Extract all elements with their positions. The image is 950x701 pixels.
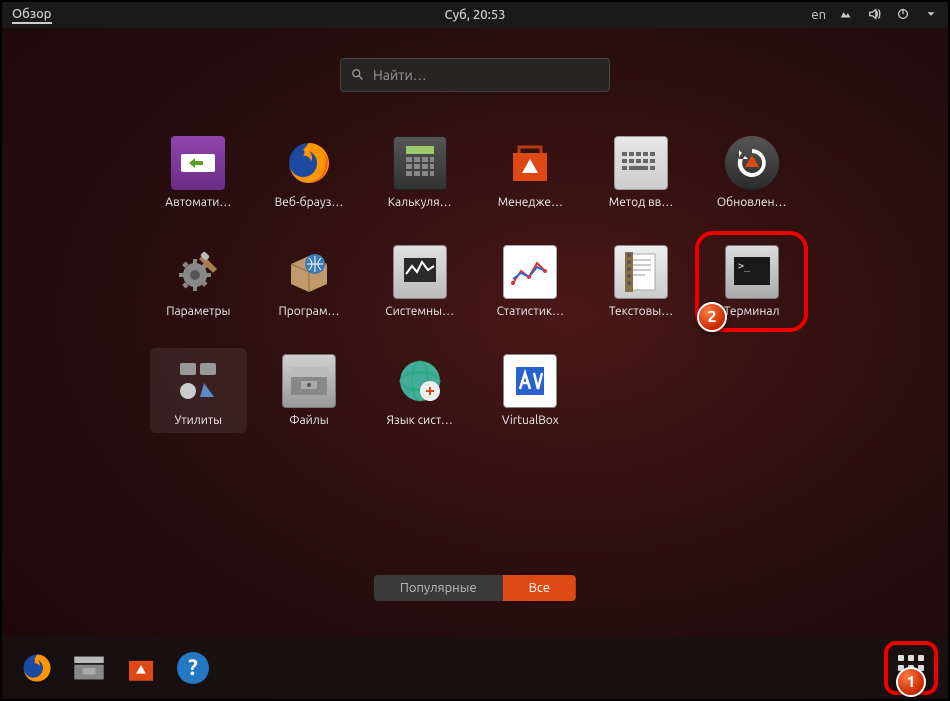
app-grid: Автомати… Веб-брауз… Калькуля… Менедже… … [150,130,800,433]
app-stats[interactable]: Статистик… [482,239,579,324]
app-label: Файлы [289,414,328,427]
app-label: Обновлен… [717,196,787,209]
terminal-icon: >_ [725,245,779,299]
dock-help[interactable]: ? [172,647,214,689]
files-icon [282,354,336,408]
app-label: Метод вв… [609,196,673,209]
annotation-1: 1 [896,667,926,697]
top-bar: Обзор Суб, 20:53 en [2,2,948,28]
app-sysmonitor[interactable]: Системны… [371,239,468,324]
gear-icon [171,245,225,299]
app-label: Програм… [278,305,339,318]
utilities-icon [171,354,225,408]
svg-text:>_: >_ [738,261,751,272]
software-icon [503,136,557,190]
dock: ? [2,637,948,699]
view-tabs: Популярные Все [374,575,576,601]
dock-files[interactable] [68,647,110,689]
app-files[interactable]: Файлы [261,348,358,433]
system-tray: en [811,7,938,24]
app-calculator[interactable]: Калькуля… [371,130,468,215]
app-label: Параметры [166,305,230,318]
tab-popular[interactable]: Популярные [374,575,503,601]
monitor-icon [393,245,447,299]
app-label: Текстовы… [609,305,673,318]
app-label: Утилиты [175,414,223,427]
search-input[interactable]: Найти… [340,58,610,92]
app-label: Автомати… [165,196,231,209]
activities-button[interactable]: Обзор [12,7,52,24]
tab-all[interactable]: Все [503,575,576,601]
clock[interactable]: Суб, 20:53 [444,8,505,22]
firefox-icon [282,136,336,190]
globe-icon [393,354,447,408]
dropdown-icon[interactable] [924,7,938,24]
app-virtualbox[interactable]: VirtualBox [482,348,579,433]
app-software[interactable]: Менедже… [482,130,579,215]
app-language[interactable]: Язык сист… [371,348,468,433]
app-label: Калькуля… [388,196,452,209]
app-utilities[interactable]: Утилиты [150,348,247,433]
power-icon[interactable] [896,7,910,24]
dock-firefox[interactable] [16,647,58,689]
app-label: Терминал [724,305,780,318]
box-icon [282,245,336,299]
search-icon [351,68,365,82]
app-label: Язык сист… [387,414,453,427]
app-programs[interactable]: Програм… [261,239,358,324]
app-autostart[interactable]: Автомати… [150,130,247,215]
textedit-icon [614,245,668,299]
app-input-method[interactable]: Метод вв… [593,130,690,215]
updater-icon [725,136,779,190]
volume-icon[interactable] [868,7,882,24]
app-label: Менедже… [498,196,563,209]
app-label: Веб-брауз… [275,196,344,209]
keyboard-icon [614,136,668,190]
network-icon[interactable] [840,7,854,24]
app-updater[interactable]: Обновлен… [703,130,800,215]
keyboard-lang[interactable]: en [811,8,826,22]
app-label: VirtualBox [502,414,559,427]
svg-text:?: ? [188,655,198,680]
annotation-2: 2 [697,302,727,332]
autostart-icon [171,136,225,190]
calculator-icon [393,136,447,190]
app-textedit[interactable]: Текстовы… [593,239,690,324]
dock-software[interactable] [120,647,162,689]
app-label: Системны… [385,305,454,318]
chart-icon [503,245,557,299]
search-placeholder: Найти… [373,67,427,83]
app-firefox[interactable]: Веб-брауз… [261,130,358,215]
virtualbox-icon [503,354,557,408]
app-label: Статистик… [497,305,564,318]
app-settings[interactable]: Параметры [150,239,247,324]
